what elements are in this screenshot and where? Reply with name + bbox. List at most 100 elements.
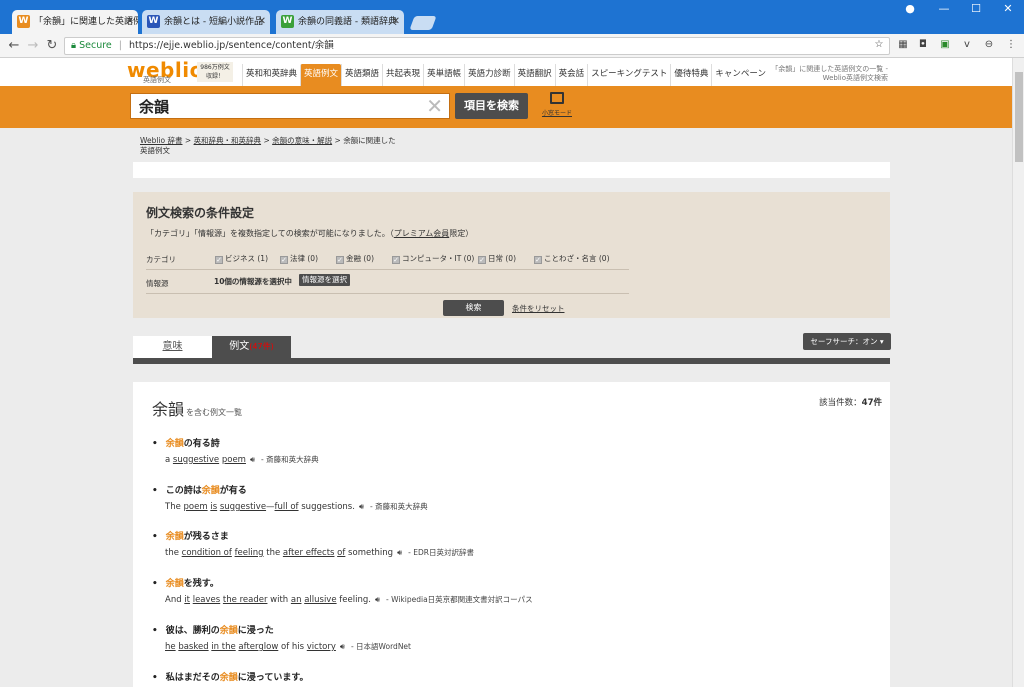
nav-wordbook[interactable]: 英単語帳 bbox=[423, 64, 464, 86]
tab-close-icon[interactable]: ✕ bbox=[126, 10, 134, 34]
safesearch-dropdown[interactable]: セーフサーチ：オン ▾ bbox=[803, 333, 891, 350]
breadcrumb-separator: > bbox=[182, 136, 194, 145]
conditions-description: 「カテゴリ」「情報源」を複数指定しての検索が可能になりました。（プレミアム会員限… bbox=[146, 228, 473, 239]
forward-arrow-icon[interactable]: → bbox=[25, 38, 41, 53]
clear-search-icon[interactable]: ✕ bbox=[426, 94, 443, 118]
nav-conversation[interactable]: 英会話 bbox=[554, 64, 588, 86]
conditions-search-button[interactable]: 検索 bbox=[443, 300, 504, 316]
nav-benefits[interactable]: 優待特典 bbox=[670, 64, 711, 86]
category-text: ビジネス (1) bbox=[225, 254, 269, 263]
browser-tab-1[interactable]: W 「余韻」に関連した英語例文 ✕ bbox=[12, 10, 138, 34]
back-arrow-icon[interactable]: ← bbox=[6, 38, 22, 53]
breadcrumb-item[interactable]: 英和辞典・和英辞典 bbox=[194, 136, 262, 145]
tab-close-icon[interactable]: ✕ bbox=[392, 10, 400, 34]
bookmark-star-icon[interactable]: ☆ bbox=[872, 38, 886, 52]
nav-level-test[interactable]: 英語力診断 bbox=[464, 64, 514, 86]
nav-eiwa-waei[interactable]: 英和和英辞典 bbox=[242, 64, 300, 86]
address-bar[interactable]: 🔒︎ Secure | https://ejje.weblio.jp/sente… bbox=[64, 37, 890, 55]
browser-tab-2[interactable]: W 余韻とは - 短編小説作品 ✕ bbox=[142, 10, 270, 34]
reader-grid-icon[interactable]: ▦ bbox=[896, 38, 910, 52]
word-link[interactable]: condition of bbox=[182, 548, 232, 558]
english-text: of his bbox=[278, 642, 307, 652]
reset-conditions-link[interactable]: 条件をリセット bbox=[512, 303, 565, 314]
conditions-title: 例文検索の条件設定 bbox=[146, 206, 255, 220]
jp-highlight[interactable]: 余韻 bbox=[166, 532, 184, 542]
minimize-icon[interactable]: — bbox=[930, 2, 958, 15]
tab-meaning[interactable]: 意味 bbox=[133, 336, 212, 358]
word-link[interactable]: in the bbox=[211, 642, 235, 652]
word-link[interactable]: suggestive bbox=[220, 502, 266, 512]
word-link[interactable]: victory bbox=[307, 642, 336, 652]
speaker-icon[interactable]: 🔊︎ bbox=[397, 548, 402, 557]
vue-extension-icon[interactable]: v bbox=[960, 38, 974, 52]
profile-icon[interactable]: ● bbox=[896, 2, 924, 15]
jp-highlight[interactable]: 余韻 bbox=[202, 486, 220, 496]
scrollbar-thumb[interactable] bbox=[1015, 72, 1023, 162]
speaker-icon[interactable]: 🔊︎ bbox=[359, 502, 364, 511]
word-link[interactable]: leaves bbox=[193, 595, 221, 605]
window-close-icon[interactable]: ✕ bbox=[994, 2, 1022, 15]
breadcrumb-item[interactable]: 余韻の意味・解説 bbox=[272, 136, 332, 145]
reload-icon[interactable]: ↻ bbox=[44, 38, 60, 53]
chat-extension-icon[interactable]: ⊖ bbox=[982, 38, 996, 52]
tab-close-icon[interactable]: ✕ bbox=[258, 10, 266, 34]
word-link[interactable]: poem bbox=[222, 455, 246, 465]
word-link[interactable]: full of bbox=[275, 502, 299, 512]
english-text: And bbox=[165, 595, 185, 605]
word-link[interactable]: feeling bbox=[235, 548, 264, 558]
breadcrumb-item[interactable]: Weblio 辞書 bbox=[140, 136, 183, 145]
nav-collocations[interactable]: 共起表現 bbox=[382, 64, 423, 86]
checkbox-icon: ✓ bbox=[392, 256, 400, 264]
new-tab-button[interactable] bbox=[409, 16, 437, 30]
checkbox-icon: ✓ bbox=[534, 256, 542, 264]
example-japanese: 余韻を残す。 bbox=[152, 578, 533, 590]
nav-english-examples[interactable]: 英語例文 bbox=[300, 64, 342, 86]
menu-dots-icon[interactable]: ⋮ bbox=[1004, 38, 1018, 52]
extension-badge-icon[interactable]: ▣ bbox=[938, 38, 952, 52]
premium-member-link[interactable]: プレミアム会員 bbox=[394, 229, 449, 238]
small-window-mode-button[interactable]: 小窓モード bbox=[540, 92, 574, 117]
category-checkbox-business[interactable]: ✓ ビジネス (1) bbox=[215, 253, 268, 264]
jp-highlight[interactable]: 余韻 bbox=[166, 439, 184, 449]
example-entry: 彼は、勝利の余韻に浸った he basked in the afterglow o… bbox=[152, 625, 411, 653]
browser-tab-3[interactable]: W 余韻の同義語 - 類語辞典 ✕ bbox=[276, 10, 404, 34]
word-link[interactable]: the reader bbox=[223, 595, 268, 605]
nav-speaking-test[interactable]: スピーキングテスト bbox=[587, 64, 670, 86]
speaker-icon[interactable]: 🔊︎ bbox=[340, 642, 345, 651]
english-text: the bbox=[263, 548, 283, 558]
tab-examples[interactable]: 例文(47件) bbox=[212, 336, 291, 358]
example-entry: 余韻が残るさまthe condition of feeling the afte… bbox=[152, 531, 474, 559]
example-english: And it leaves the reader with an allusiv… bbox=[165, 594, 533, 606]
shield-extension-icon[interactable]: ◘ bbox=[916, 38, 930, 52]
jp-highlight[interactable]: 余韻 bbox=[166, 579, 184, 589]
search-button[interactable]: 項目を検索 bbox=[455, 93, 528, 119]
page-scrollbar[interactable] bbox=[1012, 58, 1024, 687]
results-panel: 余韻を含む例文一覧 該当件数：47件 余韻の有る詩a suggestive po… bbox=[133, 382, 890, 687]
category-checkbox-finance[interactable]: ✓ 金融 (0) bbox=[336, 253, 374, 264]
category-checkbox-daily[interactable]: ✓ 日常 (0) bbox=[478, 253, 516, 264]
word-link[interactable]: basked bbox=[178, 642, 208, 652]
speaker-icon[interactable]: 🔊︎ bbox=[375, 595, 380, 604]
jp-text: に浸った bbox=[237, 626, 274, 636]
maximize-icon[interactable]: ☐ bbox=[962, 2, 990, 15]
word-link[interactable]: after effects bbox=[283, 548, 335, 558]
search-input[interactable]: 余韻 ✕ bbox=[130, 93, 450, 119]
jp-highlight[interactable]: 余韻 bbox=[220, 626, 238, 636]
jp-highlight[interactable]: 余韻 bbox=[220, 673, 238, 683]
results-subtitle: を含む例文一覧 bbox=[186, 408, 243, 417]
word-link[interactable]: allusive bbox=[304, 595, 336, 605]
jp-text: が有る bbox=[219, 486, 247, 496]
nav-translation[interactable]: 英語翻訳 bbox=[513, 64, 555, 86]
select-source-button[interactable]: 情報源を選択 bbox=[299, 274, 350, 286]
category-checkbox-law[interactable]: ✓ 法律 (0) bbox=[280, 253, 318, 264]
category-checkbox-computer-it[interactable]: ✓ コンピュータ・IT (0) bbox=[392, 253, 474, 264]
category-checkbox-proverbs[interactable]: ✓ ことわざ・名言 (0) bbox=[534, 253, 610, 264]
nav-thesaurus[interactable]: 英語類語 bbox=[341, 64, 382, 86]
word-link[interactable]: suggestive bbox=[173, 455, 219, 465]
word-link[interactable]: an bbox=[291, 595, 302, 605]
category-row: カテゴリ ✓ ビジネス (1) ✓ 法律 (0) ✓ 金融 (0) ✓ コンピュータ・I… bbox=[146, 248, 629, 270]
word-link[interactable]: poem bbox=[184, 502, 208, 512]
speaker-icon[interactable]: 🔊︎ bbox=[250, 455, 255, 464]
word-link[interactable]: afterglow bbox=[238, 642, 278, 652]
word-link[interactable]: he bbox=[165, 642, 176, 652]
